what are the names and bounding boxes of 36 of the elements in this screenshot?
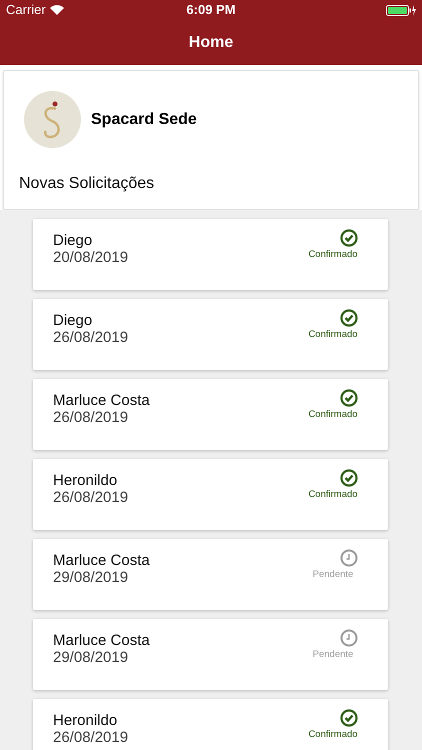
client-name: Marluce Costa — [53, 392, 150, 409]
request-card[interactable]: Heronildo 26/08/2019 Confirmado — [33, 459, 388, 530]
request-date: 29/08/2019 — [53, 649, 130, 666]
battery-icon — [386, 4, 416, 16]
business-name: Spacard Sede — [91, 110, 197, 130]
client-name: Heronildo — [53, 712, 118, 729]
client-name: Diego — [53, 312, 94, 329]
carrier-label: Carrier — [6, 1, 46, 20]
request-card[interactable]: Marluce Costa 29/08/2019 Pendente — [33, 619, 388, 690]
status-label: Confirmado — [308, 728, 358, 742]
nav-title: Home — [188, 32, 234, 52]
request-date: 26/08/2019 — [53, 489, 128, 506]
request-card[interactable]: Marluce Costa 29/08/2019 Pendente — [33, 539, 388, 610]
request-date: 26/08/2019 — [53, 409, 130, 426]
status-time: 6:09 PM — [186, 1, 236, 20]
request-date: 26/08/2019 — [53, 729, 128, 746]
request-date: 26/08/2019 — [53, 329, 128, 346]
client-name: Diego — [53, 232, 94, 249]
logo-icon — [24, 91, 81, 148]
status-label: Confirmado — [308, 328, 358, 342]
status-label: Confirmado — [308, 248, 358, 262]
status-label: Confirmado — [308, 408, 358, 422]
request-card[interactable]: Heronildo 26/08/2019 Confirmado — [33, 699, 388, 750]
request-date: 20/08/2019 — [53, 249, 128, 266]
request-card[interactable]: Diego 26/08/2019 Confirmado — [33, 299, 388, 370]
status-label: Confirmado — [308, 488, 358, 502]
status-label: Pendente — [312, 648, 354, 662]
request-date: 29/08/2019 — [53, 569, 130, 586]
section-title: Novas Solicitações — [19, 174, 156, 194]
request-card[interactable]: Marluce Costa 26/08/2019 Confirmado — [33, 379, 388, 450]
status-label: Pendente — [312, 568, 354, 582]
client-name: Marluce Costa — [53, 552, 150, 569]
client-name: Marluce Costa — [53, 632, 150, 649]
client-name: Heronildo — [53, 472, 118, 489]
request-card[interactable]: Diego 20/08/2019 Confirmado — [33, 219, 388, 290]
wifi-icon — [50, 5, 64, 15]
